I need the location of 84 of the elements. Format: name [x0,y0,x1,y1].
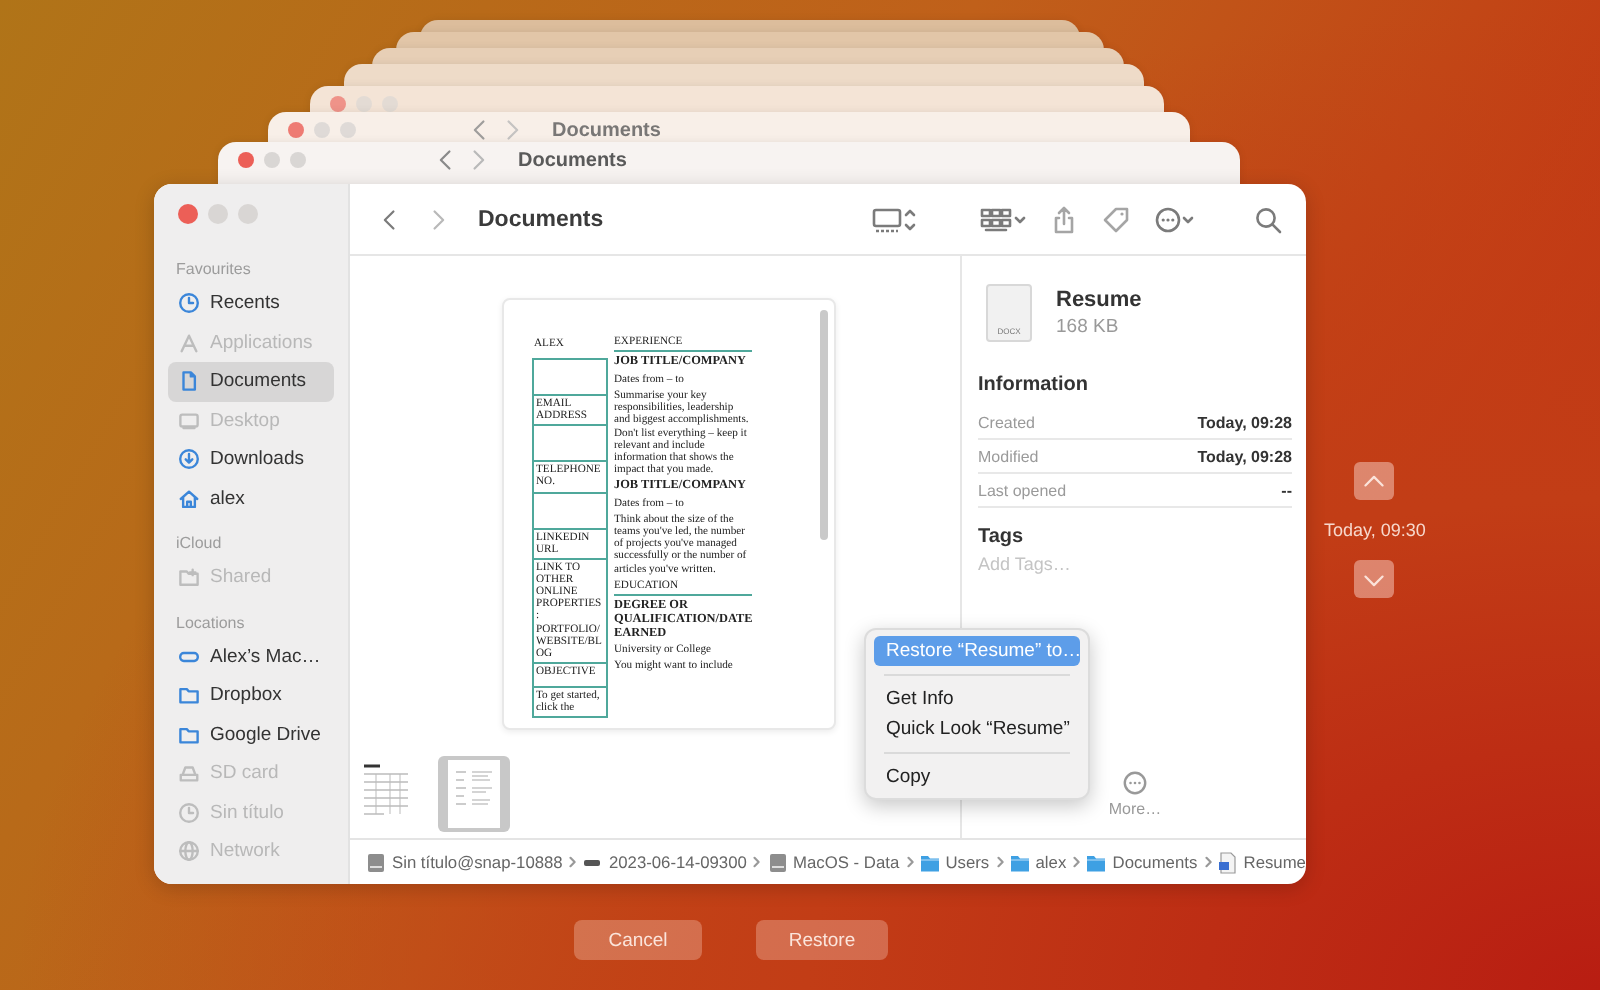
clock-icon [178,292,200,315]
table-cell [532,493,608,530]
download-icon [178,448,200,471]
menu-item[interactable]: Copy [874,762,1080,792]
clock-icon [178,801,200,824]
path-item[interactable]: 2023-06-14-09300 [608,852,747,872]
grid-icon[interactable] [980,205,1026,233]
zoom-button[interactable] [290,152,306,168]
sidebar-item[interactable]: Dropbox [168,676,334,715]
tags-field[interactable]: Add Tags… [978,548,1218,580]
zoom-button[interactable] [382,96,398,112]
document-icon [178,370,200,393]
section-title: Tags [978,526,1026,548]
search-icon[interactable] [1254,205,1282,233]
sidebar-heading: Locations [174,613,247,631]
menu-item[interactable]: Quick Look “Resume” [874,714,1080,744]
sidebar-item[interactable]: alex [168,479,334,518]
home-icon [178,487,200,510]
minimize-button[interactable] [208,204,228,224]
path-item[interactable]: Sin título@snap-10888 [392,852,563,872]
section-title: Information [978,374,1090,396]
minimize-button[interactable] [314,122,330,138]
info-value: Today, 09:28 [1197,414,1292,432]
snapshot-time: Today, 09:30 [1324,520,1426,540]
tag-icon[interactable] [1102,205,1130,233]
minimize-button[interactable] [356,96,372,112]
more-icon[interactable] [1121,770,1148,796]
drive-icon [178,762,200,785]
info-label: Last opened [978,482,1067,500]
path-item[interactable]: alex [1035,852,1067,872]
document-thumbnail-drawing[interactable] [448,760,500,828]
chevron-icon [752,854,762,870]
info-label: Modified [978,448,1039,466]
folder-icon [178,566,200,589]
sidebar-heading: Favourites [174,260,253,278]
sidebar-item[interactable]: Alex’s Mac… [168,637,334,676]
folder-icon [178,684,200,707]
zoom-button[interactable] [238,204,258,224]
next-button[interactable] [1354,560,1395,598]
document-icon [1217,851,1238,873]
display-icon [178,409,200,432]
apps-icon [178,331,200,354]
folder-icon [919,851,940,873]
menu-item[interactable]: Get Info [874,684,1080,714]
zoom-button[interactable] [340,122,356,138]
minimize-button[interactable] [264,152,280,168]
folder-icon [1086,851,1107,873]
more-icon[interactable] [1154,205,1194,233]
share-icon[interactable] [1050,205,1078,233]
window-title: Documents [478,207,604,231]
chevron-icon [1072,854,1081,870]
view-icon[interactable] [872,205,916,233]
info-label: Created [978,414,1035,432]
sidebar-item[interactable]: Documents [168,362,334,401]
close-button[interactable] [330,96,346,112]
info-value: -- [1281,482,1292,500]
close-button[interactable] [288,122,304,138]
path-item[interactable]: MacOS - Data [793,852,900,872]
sidebar-item[interactable]: Downloads [168,440,334,479]
file-name: Resume [1056,288,1142,312]
table-cell [532,360,608,396]
path-item[interactable]: Resume [1243,852,1306,872]
window-title: Documents [518,149,627,171]
path-item[interactable]: Users [945,852,990,872]
close-button[interactable] [238,152,254,168]
thumbnail[interactable] [438,756,510,832]
previous-button[interactable] [1354,462,1395,500]
table-cell [532,426,608,463]
path-item[interactable]: Documents [1112,852,1198,872]
sidebar-item[interactable]: Google Drive [168,715,334,754]
folder-icon [178,723,200,746]
chevron-icon [905,854,914,870]
globe-icon [178,840,200,863]
info-value: Today, 09:28 [1197,448,1292,466]
chevron-icon [1203,854,1212,870]
folder-icon [1009,851,1030,873]
scrollbar[interactable] [820,310,828,540]
close-button[interactable] [178,204,198,224]
sidebar-item[interactable]: Recents [168,284,334,323]
chevron-icon [995,854,1004,870]
sidebar-heading: iCloud [174,534,224,552]
window-title: Documents [552,119,661,141]
file-size: 168 KB [1056,316,1121,338]
chevron-icon [568,854,577,870]
